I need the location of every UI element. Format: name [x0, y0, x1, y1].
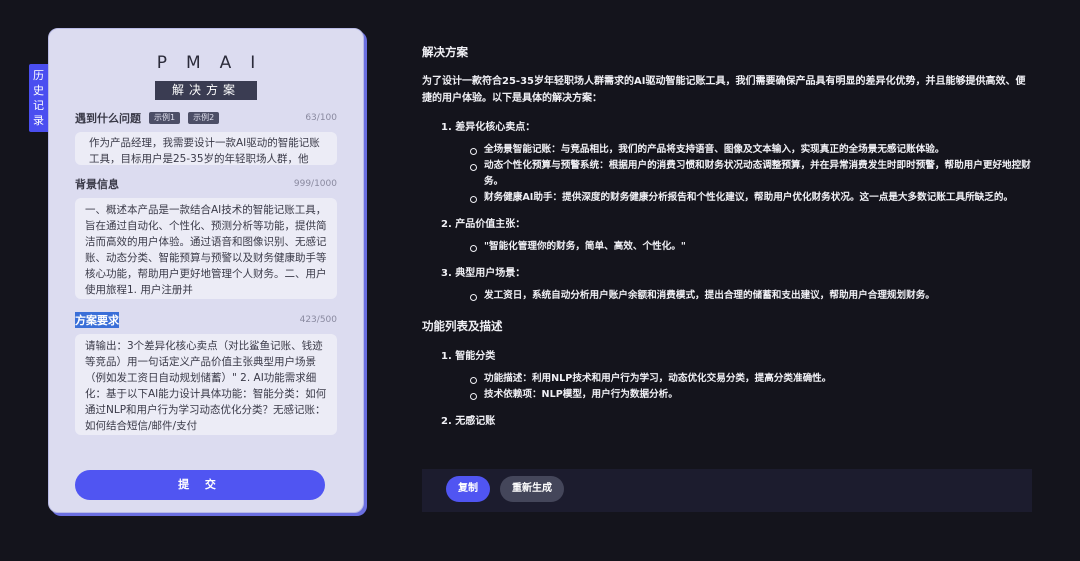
section-title: 1. 智能分类 [441, 351, 496, 362]
result-intro: 为了设计一款符合25-35岁年轻职场人群需求的AI驱动智能记账工具，我们需要确保… [422, 76, 1026, 104]
copy-button[interactable]: 复制 [446, 476, 490, 502]
list-item: "智能化管理你的财务，简单、高效、个性化。" [470, 239, 1032, 255]
regenerate-button[interactable]: 重新生成 [500, 476, 564, 502]
requirements-count: 423/500 [299, 315, 337, 325]
list-item: 动态个性化预算与预警系统：根据用户的消费习惯和财务状况动态调整预算，并在异常消费… [470, 158, 1032, 190]
problem-text: 作为产品经理，我需要设计一款AI驱动的智能记账工具，目标用户是25-35岁的年轻… [89, 137, 320, 165]
panel-title: 解决方案 [155, 81, 257, 100]
section-title: 2. 产品价值主张： [441, 219, 526, 230]
list-item: 财务健康AI助手：提供深度的财务健康分析报告和个性化建议，帮助用户优化财务状况。… [470, 190, 1032, 206]
section-title: 2. 无感记账 [441, 416, 496, 427]
background-text: 一、概述本产品是一款结合AI技术的智能记账工具，旨在通过自动化、个性化、预测分析… [85, 204, 327, 296]
problem-label: 遇到什么问题 [75, 112, 141, 125]
input-panel: PMAI 解决方案 遇到什么问题 示例1 示例2 63/100 作为产品经理，我… [48, 28, 364, 513]
action-bar: 复制 重新生成 [422, 469, 1032, 512]
requirements-textarea[interactable]: 请输出：3个差异化核心卖点（对比鲨鱼记账、钱迹等竞品）用一句话定义产品价值主张典… [75, 334, 337, 435]
background-count: 999/1000 [293, 179, 337, 189]
problem-header: 遇到什么问题 示例1 示例2 63/100 [75, 109, 337, 127]
list-item: 全场景智能记账：与竞品相比，我们的产品将支持语音、图像及文本输入，实现真正的全场… [470, 142, 1032, 158]
requirements-label: 方案要求 [75, 312, 119, 328]
history-tab[interactable]: 历 史 记 录 [29, 64, 48, 132]
bullet-list: "智能化管理你的财务，简单、高效、个性化。" [422, 239, 1032, 255]
bullet-list: 发工资日，系统自动分析用户账户余额和消费模式，提出合理的储蓄和支出建议，帮助用户… [422, 288, 1032, 304]
section-title: 3. 典型用户场景： [441, 268, 526, 279]
result-heading-features: 功能列表及描述 [422, 319, 503, 333]
list-item: 功能描述：利用NLP技术和用户行为学习，动态优化交易分类，提高分类准确性。 [470, 371, 1032, 387]
list-item: 发工资日，系统自动分析用户账户余额和消费模式，提出合理的储蓄和支出建议，帮助用户… [470, 288, 1032, 304]
app-logo: PMAI [156, 53, 275, 73]
background-label: 背景信息 [75, 178, 119, 191]
list-item: 技术依赖项：NLP模型，用户行为数据分析。 [470, 387, 1032, 403]
history-tab-char: 史 [33, 84, 44, 97]
background-header: 背景信息 999/1000 [75, 175, 337, 193]
bullet-list: 功能描述：利用NLP技术和用户行为学习，动态优化交易分类，提高分类准确性。 技术… [422, 371, 1032, 403]
result-content: 解决方案 为了设计一款符合25-35岁年轻职场人群需求的AI驱动智能记账工具，我… [422, 44, 1032, 436]
result-heading-solution: 解决方案 [422, 45, 468, 59]
problem-textarea[interactable]: 作为产品经理，我需要设计一款AI驱动的智能记账工具，目标用户是25-35岁的年轻… [75, 132, 337, 165]
example-1-button[interactable]: 示例1 [149, 112, 181, 124]
history-tab-char: 历 [33, 69, 44, 82]
section-title: 1. 差异化核心卖点： [441, 122, 536, 133]
example-2-button[interactable]: 示例2 [188, 112, 220, 124]
history-tab-char: 记 [33, 99, 44, 112]
bullet-list: 全场景智能记账：与竞品相比，我们的产品将支持语音、图像及文本输入，实现真正的全场… [422, 142, 1032, 206]
history-tab-char: 录 [33, 114, 44, 127]
requirements-header: 方案要求 423/500 [75, 311, 337, 329]
submit-button[interactable]: 提 交 [75, 470, 325, 500]
requirements-text: 请输出：3个差异化核心卖点（对比鲨鱼记账、钱迹等竞品）用一句话定义产品价值主张典… [85, 340, 327, 432]
problem-count: 63/100 [305, 113, 337, 123]
background-textarea[interactable]: 一、概述本产品是一款结合AI技术的智能记账工具，旨在通过自动化、个性化、预测分析… [75, 198, 337, 299]
